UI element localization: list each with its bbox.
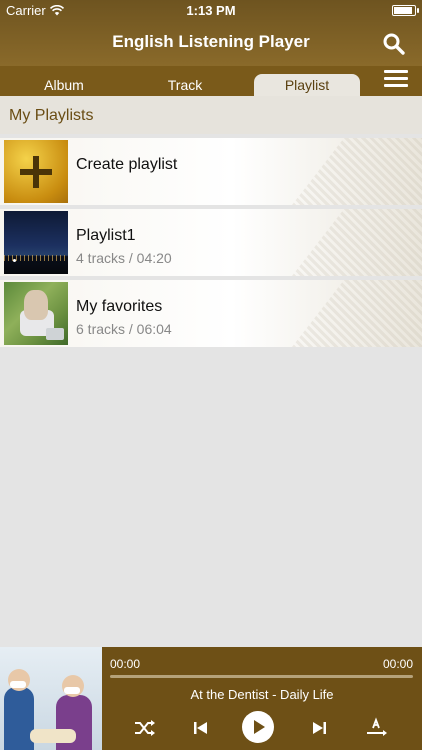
battery-icon [392,4,419,16]
transcript-text-icon[interactable] [364,715,390,741]
list-item-title: Create playlist [76,156,178,173]
tab-album[interactable]: Album [20,74,108,96]
playlist-list: Create playlist Playlist1 4 tracks / 04:… [0,138,422,351]
time-readout: 00:00 00:00 [110,657,413,671]
section-header: My Playlists [0,96,422,134]
wifi-icon [49,4,64,15]
progress-slider[interactable] [110,675,413,678]
playlist-thumbnail [4,211,68,274]
row-texture [292,209,422,276]
shuffle-icon[interactable] [132,715,158,741]
list-item-subtitle: 6 tracks / 06:04 [76,321,172,337]
player-controls [102,711,422,743]
create-playlist-thumbnail [4,140,68,203]
mini-player: 00:00 00:00 At the Dentist - Daily Life [0,647,422,750]
now-playing-title: At the Dentist - Daily Life [190,687,334,702]
navigation-bar: Carrier 1:13 PM English Listening Player [0,0,422,66]
tab-bar: Album Track Playlist [0,66,422,96]
next-track-icon[interactable] [307,715,333,741]
elapsed-time: 00:00 [110,657,141,671]
menu-icon[interactable] [384,70,408,92]
carrier-label: Carrier [6,2,46,18]
row-texture [292,138,422,205]
previous-track-icon[interactable] [187,715,213,741]
tab-playlist[interactable]: Playlist [254,74,360,96]
page-title: English Listening Player [112,32,310,51]
playlist-row[interactable]: Playlist1 4 tracks / 04:20 [0,209,422,276]
create-playlist-row[interactable]: Create playlist [0,138,422,205]
album-art[interactable] [0,647,102,750]
playlist-row[interactable]: My favorites 6 tracks / 06:04 [0,280,422,347]
list-item-title: My favorites [76,298,163,315]
plus-icon [20,156,52,188]
section-title: My Playlists [9,107,94,124]
tab-track[interactable]: Track [141,74,229,96]
search-icon[interactable] [382,32,406,56]
status-bar: Carrier 1:13 PM [0,0,422,20]
list-item-subtitle: 4 tracks / 04:20 [76,250,172,266]
list-item-title: Playlist1 [76,227,136,244]
play-button[interactable] [242,711,274,743]
row-texture [292,280,422,347]
playlist-thumbnail [4,282,68,345]
duration-time: 00:00 [382,657,413,671]
